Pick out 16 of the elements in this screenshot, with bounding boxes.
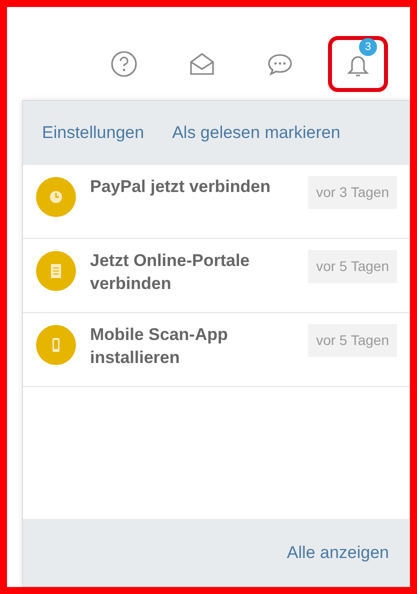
time-label: vor 5 Tagen	[308, 250, 397, 283]
header-link[interactable]: Einstellungen	[42, 120, 144, 146]
notification-title[interactable]: PayPal jetzt verbinden	[90, 175, 294, 198]
document-icon	[36, 251, 76, 291]
phone-icon	[36, 325, 76, 365]
show-all-link[interactable]: Alle anzeigen	[286, 540, 389, 566]
notification-title[interactable]: Jetzt Online-Portale verbinden	[90, 249, 294, 295]
notification-title[interactable]: Mobile Scan-App installieren	[90, 323, 294, 369]
clock-icon	[36, 177, 76, 217]
envelope-icon	[188, 50, 216, 78]
header-link[interactable]: Als gelesen markieren	[172, 120, 340, 146]
notifications-button[interactable]: 3	[328, 36, 388, 92]
count-badge: 3	[359, 38, 377, 56]
time-label: vor 3 Tagen	[308, 176, 397, 209]
help-icon	[110, 50, 138, 78]
time-label: vor 5 Tagen	[308, 324, 397, 357]
